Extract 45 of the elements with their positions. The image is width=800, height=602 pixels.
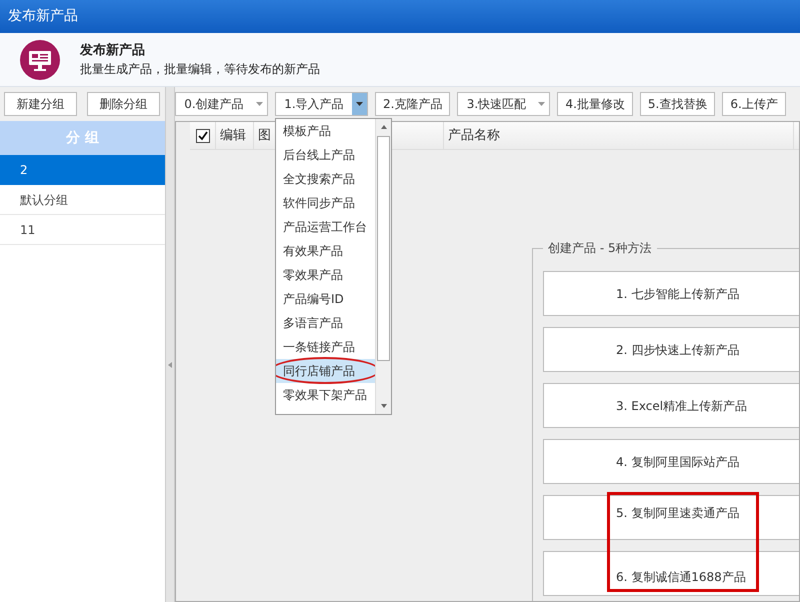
menu-item[interactable]: 零效果下架产品 xyxy=(276,383,376,407)
collapse-arrow-icon[interactable] xyxy=(168,362,172,368)
menu-item[interactable]: 后台线上产品 xyxy=(276,143,376,167)
select-all-checkbox[interactable] xyxy=(196,128,210,142)
groups-header: 分 组 xyxy=(0,121,165,155)
caret-icon xyxy=(538,102,546,106)
dropdown-button[interactable]: 3.快速匹配 xyxy=(457,92,550,116)
dropdown-button[interactable]: 0.创建产品 xyxy=(175,92,268,116)
menu-item[interactable]: 多语言产品 xyxy=(276,311,376,335)
caret-icon xyxy=(256,102,263,106)
menu-item[interactable]: 软件同步产品 xyxy=(276,191,376,215)
method-button[interactable]: 6. 复制诚信通1688产品 xyxy=(543,551,799,596)
menu-item[interactable]: 一条链接产品 xyxy=(276,335,376,359)
method-button[interactable]: 4. 复制阿里国际站产品 xyxy=(543,439,799,484)
method-button[interactable]: 1. 七步智能上传新产品 xyxy=(543,271,799,316)
method-button[interactable]: 3. Excel精准上传新产品 xyxy=(543,383,799,428)
column-header[interactable]: 编辑 xyxy=(220,126,246,146)
splitter[interactable] xyxy=(166,87,175,602)
caret-icon xyxy=(356,102,363,106)
method-button[interactable]: 5. 复制阿里速卖通产品 xyxy=(543,495,799,540)
method-button[interactable]: 2. 四步快速上传新产品 xyxy=(543,327,799,372)
dropdown-button[interactable]: 1.导入产品 xyxy=(275,92,368,116)
menu-item[interactable]: 产品运营工作台 xyxy=(276,215,376,239)
group-button[interactable]: 删除分组 xyxy=(87,92,160,116)
scrollbar[interactable] xyxy=(375,119,391,414)
toolbar-button[interactable]: 4.批量修改 xyxy=(557,92,633,116)
monitor-icon xyxy=(20,40,60,80)
scroll-thumb[interactable] xyxy=(377,136,390,361)
toolbar-button[interactable]: 5.查找替换 xyxy=(640,92,716,116)
header-title: 发布新产品 xyxy=(80,42,146,60)
menu-item[interactable]: 模板产品 xyxy=(276,119,376,143)
group-box-title: 创建产品 - 5种方法 xyxy=(543,240,657,256)
toolbar-button[interactable]: 6.上传产 xyxy=(722,92,786,116)
toolbar-button[interactable]: 2.克隆产品 xyxy=(375,92,450,116)
column-header[interactable]: 产品名称 xyxy=(448,126,500,146)
menu-item[interactable]: 有效果产品 xyxy=(276,239,376,263)
group-button[interactable]: 新建分组 xyxy=(4,92,77,116)
group-item[interactable]: 2 xyxy=(0,155,165,185)
column-header[interactable]: 图 xyxy=(258,126,271,146)
header-subtitle: 批量生成产品，批量编辑，等待发布的新产品 xyxy=(80,61,320,78)
window-title: 发布新产品 xyxy=(8,7,78,26)
menu-item[interactable]: 产品编号ID xyxy=(276,287,376,311)
menu-item[interactable]: 零效果产品 xyxy=(276,263,376,287)
menu-item[interactable]: 同行店铺产品 xyxy=(276,359,376,383)
menu-item[interactable]: 全文搜索产品 xyxy=(276,167,376,191)
